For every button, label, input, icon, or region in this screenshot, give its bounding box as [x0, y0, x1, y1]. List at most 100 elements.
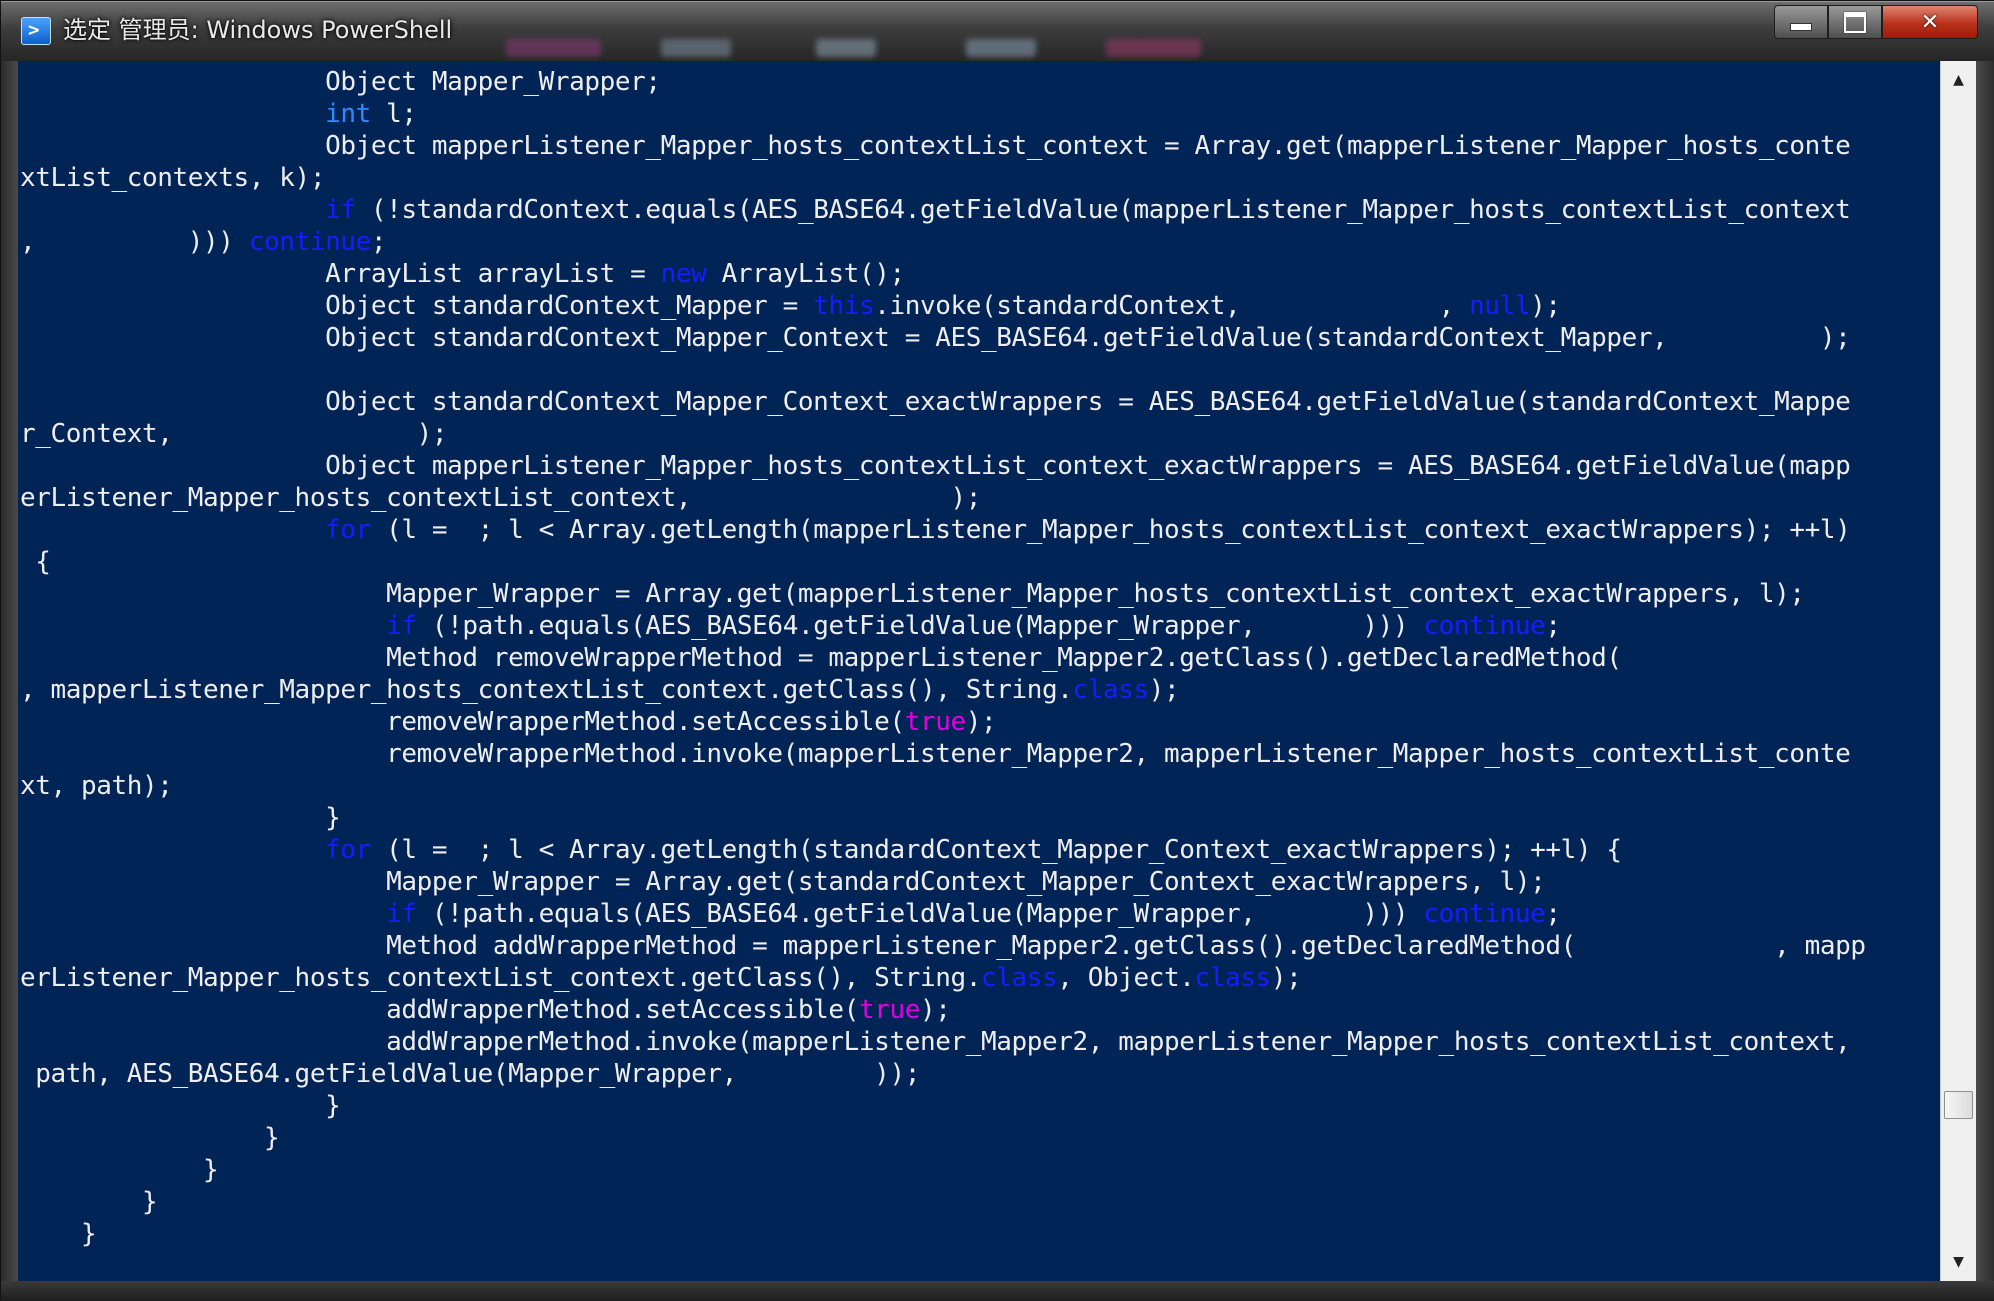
code-line: Object mapperListener_Mapper_hosts_conte… [20, 451, 1851, 481]
code-token: ; [370, 227, 387, 257]
code-line: Mapper_Wrapper = Array.get(standardConte… [20, 867, 1546, 897]
code-line: Mapper_Wrapper = Array.get(mapperListene… [20, 579, 1805, 609]
vertical-scrollbar[interactable]: ▲ ▼ [1940, 61, 1976, 1281]
code-token: Mapper_Wrapper = Array.get(standardConte… [20, 867, 1546, 897]
code-line: Object standardContext_Mapper = this.inv… [20, 291, 1561, 321]
code-token: } [20, 1219, 97, 1249]
code-token: ); [919, 995, 951, 1025]
code-token-keyword: if [325, 195, 356, 225]
code-token-keyword: for [325, 515, 371, 545]
scroll-thumb[interactable] [1944, 1091, 1973, 1119]
code-token-keyword: class [1072, 675, 1149, 705]
powershell-window: > 选定 管理员: Windows PowerShell ✕ Object Ma… [0, 0, 1994, 1301]
code-token-keyword: if [386, 611, 417, 641]
code-token: addWrapperMethod.invoke(mapperListener_M… [20, 1027, 1851, 1057]
code-line: erListener_Mapper_hosts_contextList_cont… [20, 963, 1302, 993]
window-title: 选定 管理员: Windows PowerShell [63, 16, 453, 44]
close-icon: ✕ [1920, 9, 1940, 35]
code-token: addWrapperMethod.setAccessible( [20, 995, 859, 1025]
code-token: erListener_Mapper_hosts_contextList_cont… [20, 963, 981, 993]
code-token: ); [1148, 675, 1180, 705]
code-line: r_Context, ); [20, 419, 447, 449]
code-token: ; [1545, 611, 1561, 641]
code-line: removeWrapperMethod.setAccessible(true); [20, 707, 997, 737]
code-token-keyword: continue [1423, 611, 1546, 641]
code-token-literal: true [904, 707, 966, 737]
code-line: } [20, 1091, 341, 1121]
code-token: ); [965, 707, 997, 737]
code-token-keyword: class [1194, 963, 1272, 993]
code-line: if (!standardContext.equals(AES_BASE64.g… [20, 195, 1851, 225]
code-token: } [20, 1187, 158, 1217]
code-token: removeWrapperMethod.invoke(mapperListene… [20, 739, 1851, 769]
window-frame-right [1976, 61, 1994, 1281]
code-line: Method removeWrapperMethod = mapperListe… [20, 643, 1622, 673]
code-token: Object standardContext_Mapper_Context_ex… [20, 387, 1851, 417]
code-line: erListener_Mapper_hosts_contextList_cont… [20, 483, 981, 513]
code-line: xt, path); [20, 771, 173, 801]
code-token: } [20, 1091, 341, 1121]
code-line: } [20, 803, 341, 833]
code-line: for (l = ; l < Array.getLength(standardC… [20, 835, 1622, 865]
code-line: path, AES_BASE64.getFieldValue(Mapper_Wr… [20, 1059, 920, 1089]
title-bar[interactable]: > 选定 管理员: Windows PowerShell ✕ [1, 1, 1994, 61]
code-line: Object Mapper_Wrapper; [20, 67, 661, 97]
code-line: int l; [20, 99, 417, 129]
code-token-keyword: new [660, 259, 707, 289]
code-line: Object mapperListener_Mapper_hosts_conte… [20, 131, 1851, 161]
code-line: } [20, 1155, 219, 1185]
code-line: { [20, 547, 51, 577]
code-token: Method removeWrapperMethod = mapperListe… [20, 643, 1622, 673]
code-line: addWrapperMethod.invoke(mapperListener_M… [20, 1027, 1851, 1057]
code-line: , mapperListener_Mapper_hosts_contextLis… [20, 675, 1180, 705]
code-line: ArrayList arrayList = new ArrayList(); [20, 259, 905, 289]
code-token: , Object. [1057, 963, 1195, 993]
scroll-up-icon[interactable]: ▲ [1941, 65, 1976, 95]
code-text: Object Mapper_Wrapper; int l; Object map… [20, 66, 1866, 1250]
code-line: Method addWrapperMethod = mapperListener… [20, 931, 1866, 961]
code-token-keyword: class [980, 963, 1058, 993]
blurred-background [661, 39, 731, 57]
code-token-keyword: this [813, 291, 875, 321]
code-token: (!path.equals(AES_BASE64.getFieldValue(M… [416, 899, 1424, 929]
code-token: r_Context, ); [20, 419, 448, 449]
code-token-keyword: int [325, 99, 371, 129]
close-button[interactable]: ✕ [1882, 5, 1978, 39]
code-token: path, AES_BASE64.getFieldValue(Mapper_Wr… [20, 1059, 920, 1089]
code-line: if (!path.equals(AES_BASE64.getFieldValu… [20, 611, 1561, 641]
code-line: Object standardContext_Mapper_Context_ex… [20, 387, 1851, 417]
code-token: } [20, 1123, 280, 1153]
code-token-keyword: if [386, 899, 417, 929]
code-token: ); [1530, 291, 1561, 321]
maximize-icon [1829, 6, 1881, 38]
code-token: (l = ; l < Array.getLength(standardConte… [370, 835, 1622, 865]
code-token: .invoke(standardContext, , [874, 291, 1470, 321]
code-token: , ))) [20, 227, 249, 257]
code-token-keyword: for [325, 835, 371, 865]
code-token: (!standardContext.equals(AES_BASE64.getF… [355, 195, 1851, 225]
minimize-button[interactable] [1774, 5, 1828, 39]
code-token: Object standardContext_Mapper = [20, 291, 814, 321]
code-token: erListener_Mapper_hosts_contextList_cont… [20, 483, 981, 513]
code-line: xtList_contexts, k); [20, 163, 325, 193]
minimize-icon [1775, 6, 1827, 38]
code-token: ArrayList(); [706, 259, 905, 289]
code-token-keyword: continue [1423, 899, 1546, 929]
maximize-button[interactable] [1828, 5, 1882, 39]
console-output[interactable]: Object Mapper_Wrapper; int l; Object map… [18, 61, 1940, 1281]
code-token: Mapper_Wrapper = Array.get(mapperListene… [20, 579, 1805, 609]
code-token: Method addWrapperMethod = mapperListener… [20, 931, 1866, 961]
code-token: Object mapperListener_Mapper_hosts_conte… [20, 131, 1851, 161]
powershell-icon[interactable]: > [21, 17, 51, 45]
scroll-down-icon[interactable]: ▼ [1941, 1247, 1976, 1277]
blurred-background [506, 39, 601, 57]
blurred-background [966, 39, 1036, 57]
code-token: l; [370, 99, 417, 129]
code-token: { [20, 547, 51, 577]
code-token: ArrayList arrayList = [20, 259, 661, 289]
